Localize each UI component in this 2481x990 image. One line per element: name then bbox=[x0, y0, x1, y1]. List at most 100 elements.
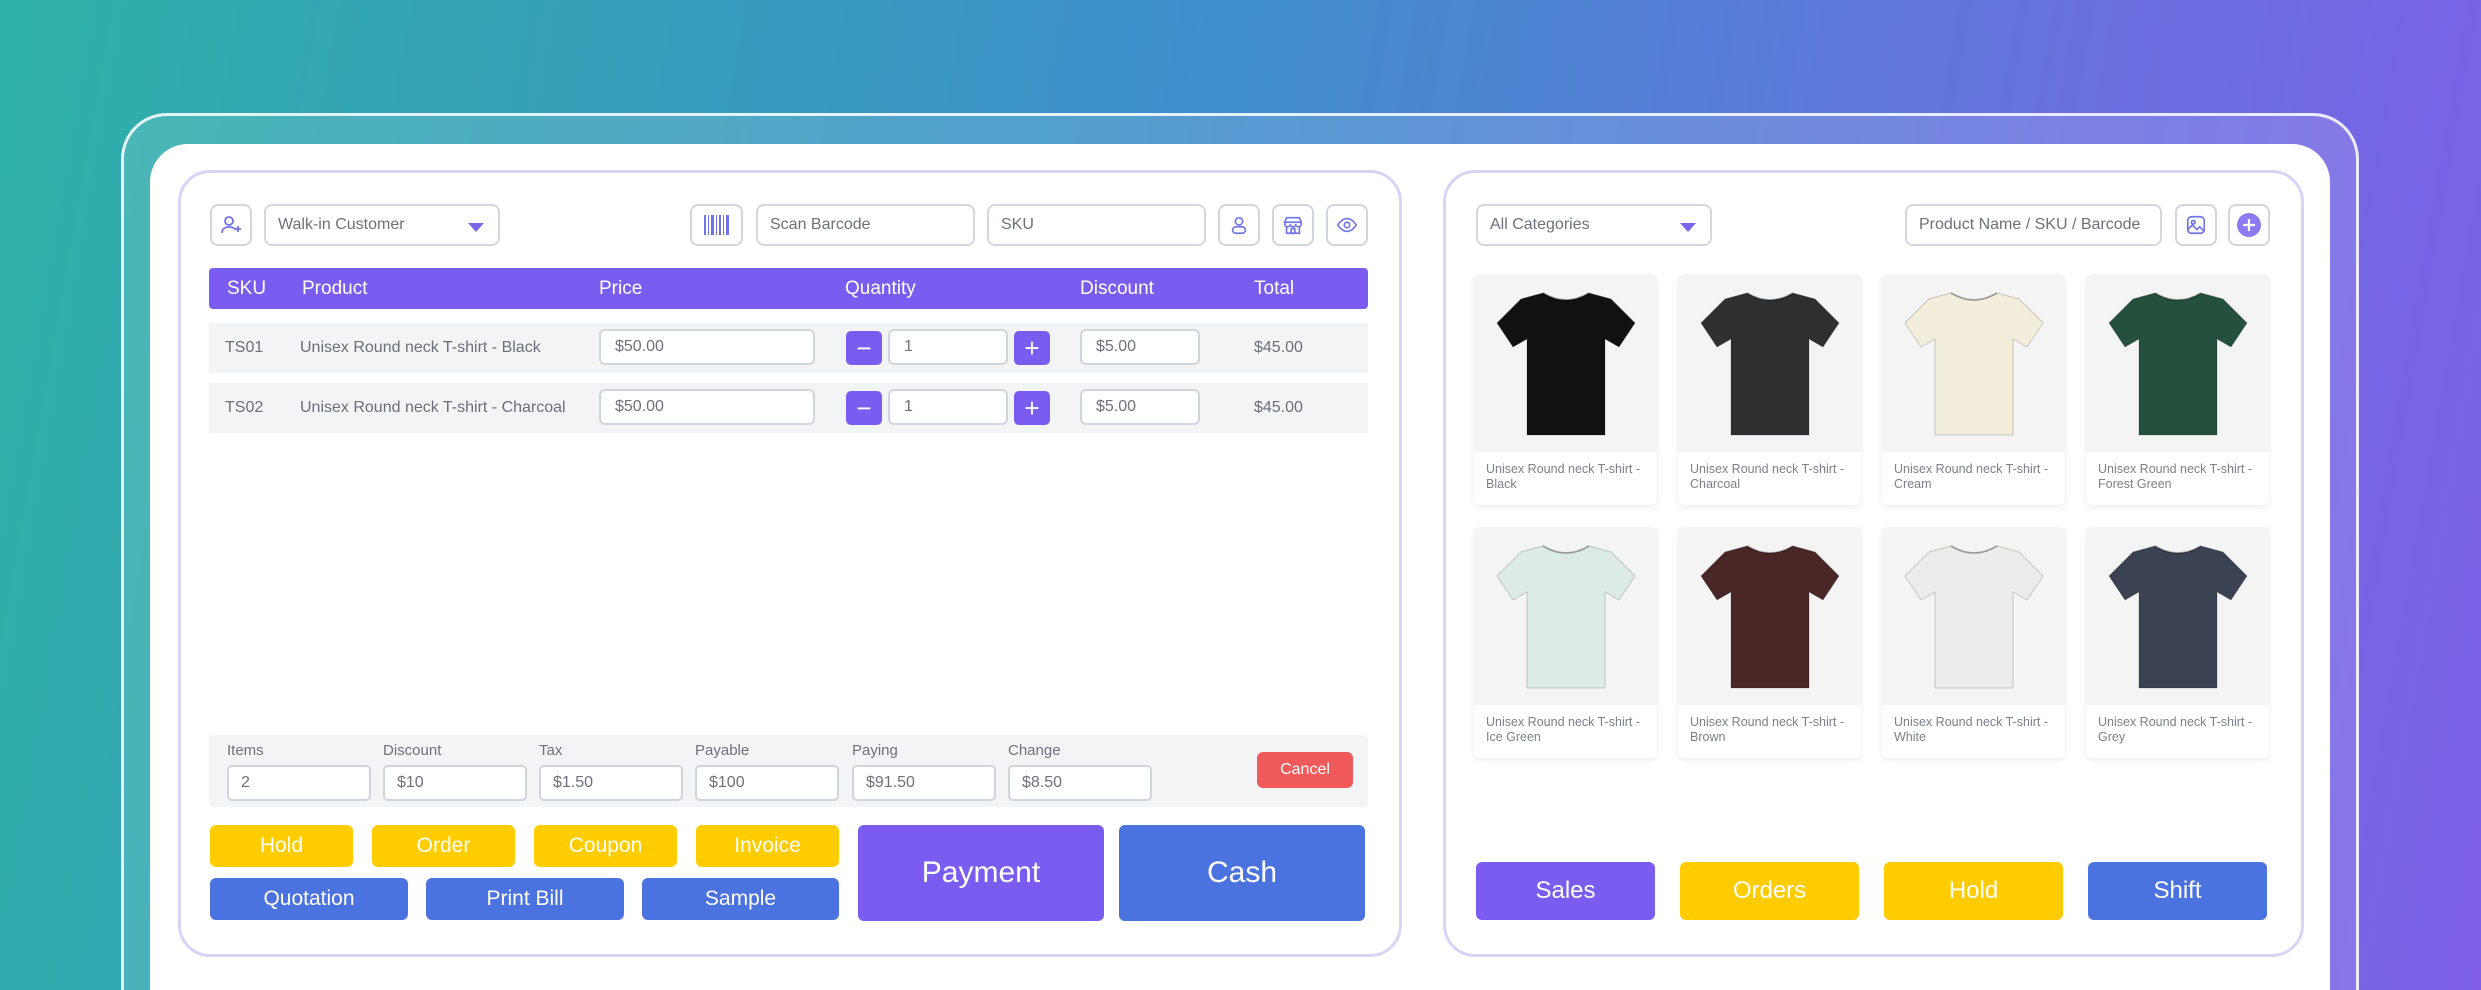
change-field[interactable]: $8.50 bbox=[1008, 765, 1152, 801]
store-icon[interactable] bbox=[1272, 204, 1314, 246]
category-select[interactable]: All Categories bbox=[1476, 204, 1712, 246]
product-name: Unisex Round neck T-shirt - Brown bbox=[1690, 715, 1844, 744]
minus-button[interactable]: − bbox=[846, 331, 882, 365]
orders-button[interactable]: Orders bbox=[1680, 862, 1859, 920]
image-search-icon[interactable] bbox=[2175, 204, 2217, 246]
price-input[interactable]: $50.00 bbox=[599, 389, 815, 425]
customer-select[interactable]: Walk-in Customer bbox=[264, 204, 500, 246]
paying-field[interactable]: $91.50 bbox=[852, 765, 996, 801]
shift-button[interactable]: Shift bbox=[2088, 862, 2267, 920]
paying-value: $91.50 bbox=[866, 774, 915, 791]
payable-field[interactable]: $100 bbox=[695, 765, 839, 801]
tshirt-icon bbox=[1495, 292, 1636, 436]
table-row: TS01 Unisex Round neck T-shirt - Black $… bbox=[209, 323, 1368, 373]
product-search-input[interactable]: Product Name / SKU / Barcode bbox=[1905, 204, 2162, 246]
items-field[interactable]: 2 bbox=[227, 765, 371, 801]
discount-input[interactable]: $5.00 bbox=[1080, 389, 1200, 425]
quantity-value: 1 bbox=[904, 338, 913, 355]
sample-button[interactable]: Sample bbox=[642, 878, 839, 920]
tax-field[interactable]: $1.50 bbox=[539, 765, 683, 801]
col-quantity: Quantity bbox=[845, 278, 916, 299]
add-customer-icon[interactable] bbox=[210, 204, 252, 246]
discount-label: Discount bbox=[383, 742, 442, 759]
product-image bbox=[1474, 274, 1657, 452]
invoice-button[interactable]: Invoice bbox=[696, 825, 839, 867]
scan-barcode-placeholder: Scan Barcode bbox=[770, 216, 871, 233]
product-image bbox=[1678, 274, 1861, 452]
col-product: Product bbox=[302, 278, 368, 299]
tshirt-icon bbox=[2107, 545, 2248, 689]
cancel-button[interactable]: Cancel bbox=[1257, 752, 1353, 788]
quotation-button[interactable]: Quotation bbox=[210, 878, 408, 920]
plus-button[interactable]: + bbox=[1014, 391, 1050, 425]
sku-placeholder: SKU bbox=[1001, 216, 1034, 233]
price-input[interactable]: $50.00 bbox=[599, 329, 815, 365]
sku-input[interactable]: SKU bbox=[987, 204, 1206, 246]
product-image bbox=[1678, 527, 1861, 705]
product-image bbox=[1474, 527, 1657, 705]
payment-button[interactable]: Payment bbox=[858, 825, 1104, 921]
product-card[interactable]: Unisex Round neck T-shirt - Black bbox=[1474, 274, 1657, 505]
row-total: $45.00 bbox=[1254, 399, 1303, 416]
tshirt-icon bbox=[1495, 545, 1636, 689]
col-sku: SKU bbox=[227, 278, 267, 299]
product-image bbox=[1882, 274, 2065, 452]
product-card[interactable]: Unisex Round neck T-shirt - Brown bbox=[1678, 527, 1861, 758]
discount-value: $5.00 bbox=[1096, 338, 1137, 355]
product-name: Unisex Round neck T-shirt - Charcoal bbox=[1690, 462, 1844, 491]
product-name: Unisex Round neck T-shirt - Ice Green bbox=[1486, 715, 1640, 744]
row-product: Unisex Round neck T-shirt - Charcoal bbox=[300, 399, 566, 416]
print-bill-button[interactable]: Print Bill bbox=[426, 878, 624, 920]
cart-table-header: SKU Product Price Quantity Discount Tota… bbox=[209, 268, 1368, 309]
discount-field[interactable]: $10 bbox=[383, 765, 527, 801]
product-card[interactable]: Unisex Round neck T-shirt - Charcoal bbox=[1678, 274, 1861, 505]
product-search-placeholder: Product Name / SKU / Barcode bbox=[1919, 216, 2141, 233]
tshirt-icon bbox=[1699, 292, 1840, 436]
chevron-down-icon bbox=[1680, 223, 1696, 232]
coupon-button[interactable]: Coupon bbox=[534, 825, 677, 867]
sales-button[interactable]: Sales bbox=[1476, 862, 1655, 920]
product-name: Unisex Round neck T-shirt - White bbox=[1894, 715, 2048, 744]
product-card[interactable]: Unisex Round neck T-shirt - Cream bbox=[1882, 274, 2065, 505]
category-select-value: All Categories bbox=[1490, 216, 1590, 233]
hold-nav-button[interactable]: Hold bbox=[1884, 862, 2063, 920]
order-summary: Items 2 Discount $10 Tax $1.50 Payable $… bbox=[209, 735, 1368, 807]
product-card[interactable]: Unisex Round neck T-shirt - White bbox=[1882, 527, 2065, 758]
barcode-icon[interactable] bbox=[690, 204, 743, 246]
order-button[interactable]: Order bbox=[372, 825, 515, 867]
product-image bbox=[2086, 274, 2269, 452]
row-sku: TS02 bbox=[225, 399, 264, 416]
items-value: 2 bbox=[241, 774, 250, 791]
tax-label: Tax bbox=[539, 742, 563, 759]
discount-input[interactable]: $5.00 bbox=[1080, 329, 1200, 365]
col-discount: Discount bbox=[1080, 278, 1154, 299]
payable-label: Payable bbox=[695, 742, 750, 759]
product-image bbox=[2086, 527, 2269, 705]
items-label: Items bbox=[227, 742, 264, 759]
col-price: Price bbox=[599, 278, 643, 299]
add-product-icon[interactable] bbox=[2228, 204, 2270, 246]
product-name: Unisex Round neck T-shirt - Grey bbox=[2098, 715, 2252, 744]
product-card[interactable]: Unisex Round neck T-shirt - Forest Green bbox=[2086, 274, 2269, 505]
minus-button[interactable]: − bbox=[846, 391, 882, 425]
hold-button[interactable]: Hold bbox=[210, 825, 353, 867]
product-card[interactable]: Unisex Round neck T-shirt - Ice Green bbox=[1474, 527, 1657, 758]
eye-icon[interactable] bbox=[1326, 204, 1368, 246]
cash-button[interactable]: Cash bbox=[1119, 825, 1365, 921]
discount-total-value: $10 bbox=[397, 774, 424, 791]
quantity-input[interactable]: 1 bbox=[888, 329, 1008, 365]
product-name: Unisex Round neck T-shirt - Forest Green bbox=[2098, 462, 2252, 491]
user-icon[interactable] bbox=[1218, 204, 1260, 246]
product-card[interactable]: Unisex Round neck T-shirt - Grey bbox=[2086, 527, 2269, 758]
row-total: $45.00 bbox=[1254, 339, 1303, 356]
change-value: $8.50 bbox=[1022, 774, 1063, 791]
quantity-value: 1 bbox=[904, 398, 913, 415]
tshirt-icon bbox=[1699, 545, 1840, 689]
row-product: Unisex Round neck T-shirt - Black bbox=[300, 339, 541, 356]
payable-value: $100 bbox=[709, 774, 745, 791]
plus-button[interactable]: + bbox=[1014, 331, 1050, 365]
quantity-input[interactable]: 1 bbox=[888, 389, 1008, 425]
customer-select-value: Walk-in Customer bbox=[278, 216, 405, 233]
scan-barcode-input[interactable]: Scan Barcode bbox=[756, 204, 975, 246]
tshirt-icon bbox=[2107, 292, 2248, 436]
